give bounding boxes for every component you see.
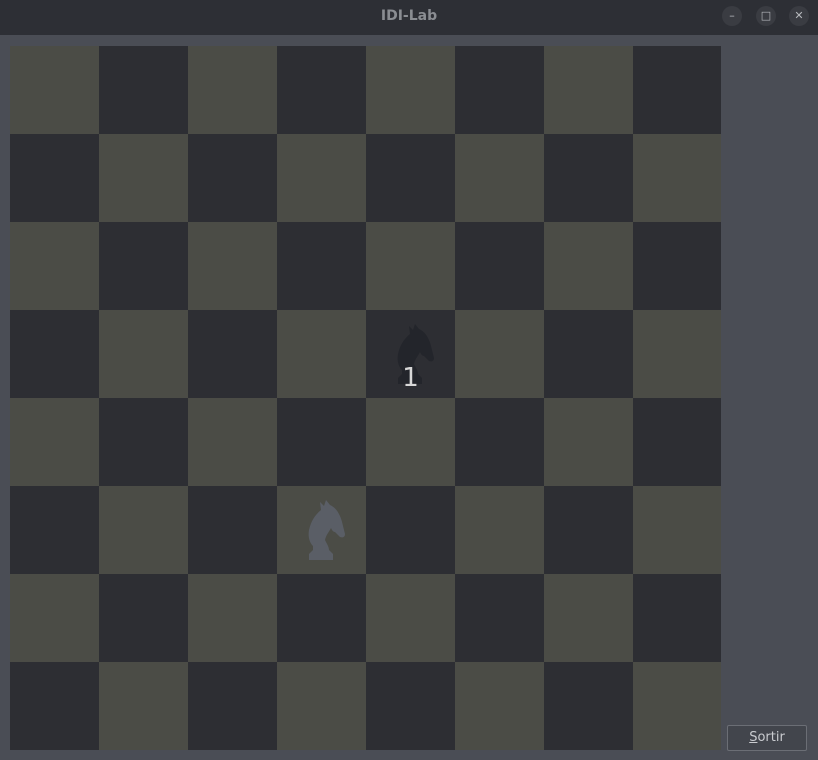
board-square-5-0[interactable]	[10, 486, 99, 574]
board-square-3-0[interactable]	[10, 310, 99, 398]
board-square-4-5[interactable]	[455, 398, 544, 486]
board-square-3-1[interactable]	[99, 310, 188, 398]
board-square-3-3[interactable]	[277, 310, 366, 398]
board-square-0-7[interactable]	[633, 46, 721, 134]
board-square-1-3[interactable]	[277, 134, 366, 222]
board-square-7-2[interactable]	[188, 662, 277, 750]
board-square-5-7[interactable]	[633, 486, 721, 574]
board-square-6-2[interactable]	[188, 574, 277, 662]
board-square-4-1[interactable]	[99, 398, 188, 486]
board-square-6-3[interactable]	[277, 574, 366, 662]
board-square-2-0[interactable]	[10, 222, 99, 310]
board-square-4-7[interactable]	[633, 398, 721, 486]
board-square-4-6[interactable]	[544, 398, 633, 486]
board-square-6-6[interactable]	[544, 574, 633, 662]
board-square-4-0[interactable]	[10, 398, 99, 486]
board-square-0-1[interactable]	[99, 46, 188, 134]
board-square-0-5[interactable]	[455, 46, 544, 134]
board-square-0-2[interactable]	[188, 46, 277, 134]
board-square-7-0[interactable]	[10, 662, 99, 750]
board-square-1-4[interactable]	[366, 134, 455, 222]
board-square-6-0[interactable]	[10, 574, 99, 662]
board-square-7-7[interactable]	[633, 662, 721, 750]
board-square-7-5[interactable]	[455, 662, 544, 750]
board-square-3-5[interactable]	[455, 310, 544, 398]
board-square-7-4[interactable]	[366, 662, 455, 750]
board-square-3-6[interactable]	[544, 310, 633, 398]
board-square-6-1[interactable]	[99, 574, 188, 662]
board-square-2-1[interactable]	[99, 222, 188, 310]
board-square-1-6[interactable]	[544, 134, 633, 222]
board-square-1-1[interactable]	[99, 134, 188, 222]
board-square-2-2[interactable]	[188, 222, 277, 310]
board-square-5-3[interactable]	[277, 486, 366, 574]
exit-button[interactable]: Sortir	[727, 725, 807, 751]
board-square-5-4[interactable]	[366, 486, 455, 574]
board-square-0-3[interactable]	[277, 46, 366, 134]
board-square-2-6[interactable]	[544, 222, 633, 310]
board-square-5-5[interactable]	[455, 486, 544, 574]
board-square-2-7[interactable]	[633, 222, 721, 310]
board-square-3-7[interactable]	[633, 310, 721, 398]
title-bar: IDI-Lab – □ ✕	[0, 0, 818, 35]
board-square-7-6[interactable]	[544, 662, 633, 750]
board-square-6-4[interactable]	[366, 574, 455, 662]
board-square-4-3[interactable]	[277, 398, 366, 486]
minimize-icon[interactable]: –	[722, 6, 742, 26]
board-square-2-3[interactable]	[277, 222, 366, 310]
maximize-icon[interactable]: □	[756, 6, 776, 26]
board-square-4-4[interactable]	[366, 398, 455, 486]
board-square-4-2[interactable]	[188, 398, 277, 486]
chess-board: 1	[10, 46, 721, 750]
move-number-label: 1	[402, 363, 419, 393]
board-square-1-5[interactable]	[455, 134, 544, 222]
board-square-5-6[interactable]	[544, 486, 633, 574]
window-title: IDI-Lab	[380, 8, 438, 24]
board-square-0-4[interactable]	[366, 46, 455, 134]
board-square-5-1[interactable]	[99, 486, 188, 574]
board-square-0-6[interactable]	[544, 46, 633, 134]
board-square-3-4[interactable]: 1	[366, 310, 455, 398]
board-square-2-5[interactable]	[455, 222, 544, 310]
board-square-7-1[interactable]	[99, 662, 188, 750]
close-icon[interactable]: ✕	[789, 6, 809, 26]
board-square-5-2[interactable]	[188, 486, 277, 574]
board-square-1-2[interactable]	[188, 134, 277, 222]
board-square-1-7[interactable]	[633, 134, 721, 222]
board-square-0-0[interactable]	[10, 46, 99, 134]
board-square-6-7[interactable]	[633, 574, 721, 662]
board-square-6-5[interactable]	[455, 574, 544, 662]
board-square-1-0[interactable]	[10, 134, 99, 222]
knight-icon[interactable]	[277, 486, 366, 574]
exit-button-label: ortir	[757, 730, 785, 745]
board-square-3-2[interactable]	[188, 310, 277, 398]
board-square-7-3[interactable]	[277, 662, 366, 750]
board-square-2-4[interactable]	[366, 222, 455, 310]
